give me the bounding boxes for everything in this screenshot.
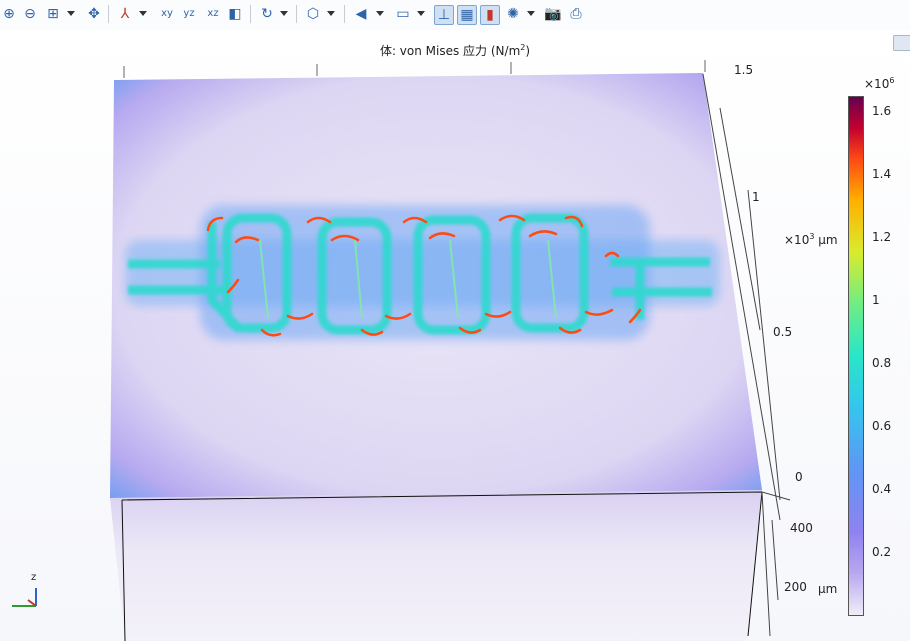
colorbar-tick: 0.4 [872, 482, 892, 496]
colorbar-tick: 0.2 [872, 545, 892, 559]
axis-scale-label: ×103 μm [784, 232, 838, 247]
axis-unit: μm [818, 582, 838, 596]
axis-triad [12, 588, 37, 607]
axis-tick-label: 0.5 [773, 325, 793, 339]
colorbar-tick: 0.6 [872, 419, 892, 433]
triad-z-label: z [31, 572, 37, 583]
axis-tick-label: 200 [784, 580, 807, 594]
axis-scale-prefix: ×10 [784, 233, 810, 247]
model-scene[interactable] [0, 0, 910, 641]
axis-tick-label: 1.5 [734, 63, 754, 77]
colorbar-tick: 1 [872, 293, 880, 307]
colorbar-exp-prefix: ×10 [864, 77, 890, 91]
axis-tick-label: 400 [790, 521, 813, 535]
colorbar-tick: 1.6 [872, 104, 892, 118]
channel-stress-field [125, 205, 720, 340]
colorbar-tick: 1.4 [872, 167, 892, 181]
colorbar-tick: 0.8 [872, 356, 892, 370]
colorbar-exp-value: 6 [889, 76, 895, 85]
axis-scale-exponent: 3 [809, 232, 815, 241]
colorbar [848, 96, 864, 616]
colorbar-exponent: ×106 [864, 76, 894, 91]
block-side-face [110, 490, 762, 641]
colorbar-tick: 1.2 [872, 230, 892, 244]
axis-tick-label: 0 [795, 470, 803, 484]
axis-unit: μm [818, 233, 838, 247]
axis-tick-label: 1 [752, 190, 760, 204]
